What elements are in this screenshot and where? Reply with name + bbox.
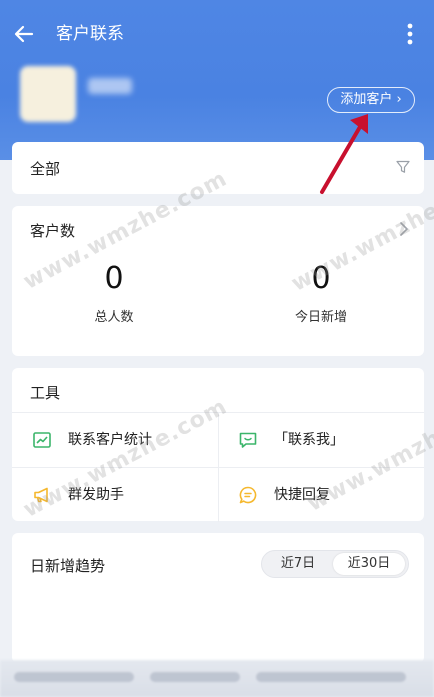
total-customers-stat: 0 总人数 (34, 261, 194, 326)
back-arrow-icon[interactable] (12, 22, 36, 46)
total-customers-label: 总人数 (94, 310, 134, 325)
tool-quick-reply[interactable]: 快捷回复 (218, 468, 424, 522)
chat-icon (239, 432, 257, 448)
blurred-text (150, 672, 240, 682)
today-new-label: 今日新增 (294, 310, 347, 325)
blurred-user-name (88, 78, 132, 94)
today-new-stat: 0 今日新增 (241, 261, 401, 326)
tool-contact-me[interactable]: 「联系我」 (218, 413, 424, 467)
daily-trend-card: 日新增趋势 近7日 近30日 (12, 533, 424, 663)
tools-title: 工具 (30, 384, 61, 402)
trend-range-toggle: 近7日 近30日 (261, 550, 409, 578)
range-30-days-tab[interactable]: 近30日 (333, 553, 405, 575)
customer-count-card[interactable]: 客户数 0 总人数 0 今日新增 (12, 206, 424, 356)
avatar (20, 66, 76, 122)
megaphone-icon (34, 487, 48, 503)
blurred-text (14, 672, 134, 682)
daily-trend-title: 日新增趋势 (30, 557, 106, 575)
tool-label: 联系客户统计 (68, 432, 152, 448)
tool-label: 快捷回复 (274, 487, 330, 503)
annotation-arrow-icon (320, 114, 368, 194)
tool-broadcast-assistant[interactable]: 群发助手 (12, 468, 218, 522)
blurred-text (256, 672, 406, 682)
customer-count-title: 客户数 (30, 222, 76, 240)
range-7-days-tab[interactable]: 近7日 (265, 553, 331, 575)
today-new-value: 0 (311, 261, 331, 296)
more-options-icon[interactable] (400, 20, 420, 48)
page-title: 客户联系 (56, 24, 124, 44)
chevron-right-icon[interactable] (398, 220, 410, 238)
blurred-footer (0, 660, 434, 697)
filter-label: 全部 (30, 160, 61, 178)
tool-customer-stats[interactable]: 联系客户统计 (12, 413, 218, 467)
total-customers-value: 0 (104, 261, 124, 296)
tool-label: 「联系我」 (274, 432, 344, 448)
chart-icon (33, 432, 51, 448)
tools-card: 工具 联系客户统计 「联系我」 群发助手 快捷回复 (12, 368, 424, 522)
filter-icon[interactable] (395, 159, 411, 175)
tool-label: 群发助手 (68, 487, 124, 503)
quick-reply-icon (239, 486, 257, 504)
tools-grid: 联系客户统计 「联系我」 群发助手 快捷回复 (12, 412, 424, 522)
